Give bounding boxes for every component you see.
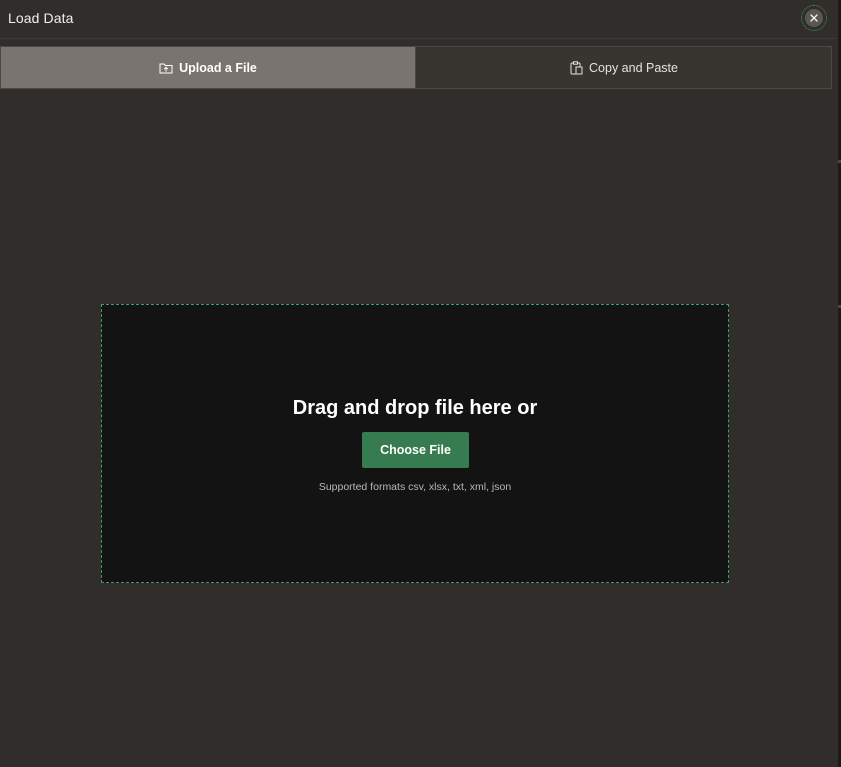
tab-upload-file[interactable]: Upload a File — [1, 47, 416, 88]
choose-file-button[interactable]: Choose File — [362, 432, 469, 468]
dialog-title: Load Data — [8, 10, 74, 26]
dropzone-heading: Drag and drop file here or — [292, 397, 538, 419]
folder-upload-icon — [159, 61, 173, 75]
tab-copy-paste[interactable]: Copy and Paste — [416, 47, 831, 88]
tab-bar: Upload a File Copy and Paste — [0, 46, 832, 89]
tab-upload-file-label: Upload a File — [179, 60, 257, 75]
load-data-dialog: Load Data Upload a File Copy and Paste D… — [0, 0, 838, 767]
file-dropzone[interactable]: Drag and drop file here or Choose File S… — [101, 304, 729, 583]
close-icon — [805, 9, 823, 27]
tab-copy-paste-label: Copy and Paste — [589, 60, 678, 75]
dialog-header: Load Data — [0, 0, 838, 39]
close-button[interactable] — [801, 5, 827, 31]
supported-formats-text: Supported formats csv, xlsx, txt, xml, j… — [318, 481, 512, 493]
clipboard-icon — [569, 60, 583, 75]
